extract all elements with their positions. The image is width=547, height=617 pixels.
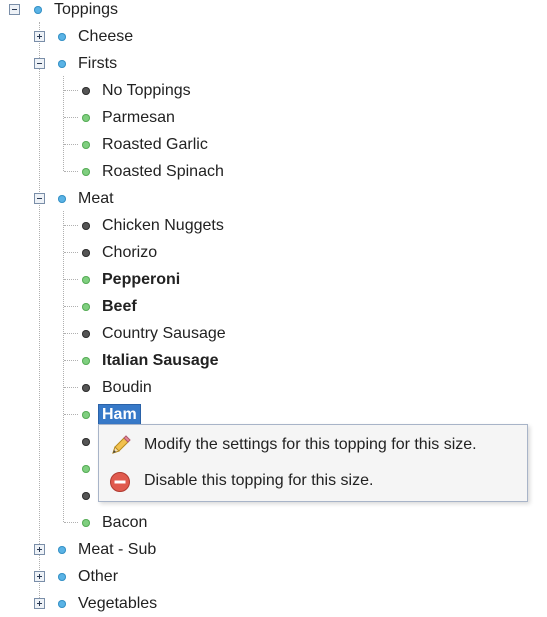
tree-leaf-chicken-nuggets[interactable]: Chicken Nuggets [0, 212, 547, 239]
enabled-dot-icon [82, 276, 90, 284]
category-dot-icon [58, 600, 66, 608]
tree-leaf-label[interactable]: Bacon [102, 513, 147, 532]
tree-leaf-label[interactable]: Chorizo [102, 243, 157, 262]
tree-leaf-italian-sausage[interactable]: Italian Sausage [0, 347, 547, 374]
tree-leaf-bacon[interactable]: Bacon [0, 509, 547, 536]
selected-tree-leaf-label[interactable]: Ham [98, 404, 141, 426]
tree-node-label[interactable]: Other [78, 567, 118, 586]
expand-toggle-icon[interactable] [34, 31, 45, 42]
tree-leaf-no-toppings[interactable]: No Toppings [0, 77, 547, 104]
disabled-dot-icon [82, 492, 90, 500]
tree-leaf-parmesan[interactable]: Parmesan [0, 104, 547, 131]
category-dot-icon [58, 573, 66, 581]
category-dot-icon [58, 195, 66, 203]
tree-node-label[interactable]: Meat - Sub [78, 540, 156, 559]
expand-toggle-icon[interactable] [34, 598, 45, 609]
enabled-dot-icon [82, 411, 90, 419]
tree-leaf-label[interactable]: Chicken Nuggets [102, 216, 224, 235]
tree-node-meat[interactable]: Meat [0, 185, 547, 212]
tree-node-label[interactable]: Toppings [54, 0, 118, 19]
enabled-dot-icon [82, 114, 90, 122]
collapse-toggle-icon[interactable] [9, 4, 20, 15]
expand-toggle-icon[interactable] [34, 571, 45, 582]
category-dot-icon [58, 546, 66, 554]
expand-toggle-icon[interactable] [34, 544, 45, 555]
collapse-toggle-icon[interactable] [34, 58, 45, 69]
enabled-dot-icon [82, 519, 90, 527]
menu-item-label: Disable this topping for this size. [144, 472, 374, 489]
enabled-dot-icon [82, 168, 90, 176]
tree-leaf-label[interactable]: Country Sausage [102, 324, 226, 343]
menu-item-modify-settings[interactable]: Modify the settings for this topping for… [99, 427, 527, 463]
tree-node-toppings[interactable]: Toppings [0, 0, 547, 23]
enabled-dot-icon [82, 357, 90, 365]
tree-leaf-label[interactable]: Roasted Spinach [102, 162, 224, 181]
tree-leaf-label[interactable]: Parmesan [102, 108, 175, 127]
pencil-icon [112, 435, 131, 454]
tree-leaf-label[interactable]: Italian Sausage [102, 351, 219, 370]
enabled-dot-icon [82, 465, 90, 473]
tree-node-other[interactable]: Other [0, 563, 547, 590]
tree-node-cheese[interactable]: Cheese [0, 23, 547, 50]
tree-node-firsts[interactable]: Firsts [0, 50, 547, 77]
collapse-toggle-icon[interactable] [34, 193, 45, 204]
disabled-dot-icon [82, 384, 90, 392]
tree-leaf-label[interactable]: Beef [102, 297, 137, 316]
tree-leaf-chorizo[interactable]: Chorizo [0, 239, 547, 266]
tree-node-label[interactable]: Firsts [78, 54, 117, 73]
tree-leaf-roasted-spinach[interactable]: Roasted Spinach [0, 158, 547, 185]
tree-node-label[interactable]: Cheese [78, 27, 133, 46]
category-dot-icon [34, 6, 42, 14]
disabled-dot-icon [82, 249, 90, 257]
disabled-dot-icon [82, 222, 90, 230]
tree-leaf-roasted-garlic[interactable]: Roasted Garlic [0, 131, 547, 158]
tree-leaf-label[interactable]: Boudin [102, 378, 152, 397]
tree-node-label[interactable]: Vegetables [78, 594, 157, 613]
enabled-dot-icon [82, 141, 90, 149]
disabled-dot-icon [82, 87, 90, 95]
toppings-tree: Toppings Cheese Firsts No Toppings Parme… [0, 0, 547, 616]
tree-leaf-label[interactable]: No Toppings [102, 81, 191, 100]
tree-leaf-label[interactable]: Pepperoni [102, 270, 180, 289]
tree-node-vegetables[interactable]: Vegetables [0, 590, 547, 617]
tree-leaf-pepperoni[interactable]: Pepperoni [0, 266, 547, 293]
context-menu: Modify the settings for this topping for… [98, 424, 528, 502]
menu-item-disable-topping[interactable]: Disable this topping for this size. [99, 463, 527, 499]
category-dot-icon [58, 60, 66, 68]
tree-node-label[interactable]: Meat [78, 189, 114, 208]
tree-leaf-beef[interactable]: Beef [0, 293, 547, 320]
tree-leaf-boudin[interactable]: Boudin [0, 374, 547, 401]
enabled-dot-icon [82, 303, 90, 311]
category-dot-icon [58, 33, 66, 41]
tree-leaf-label[interactable]: Roasted Garlic [102, 135, 208, 154]
menu-item-label: Modify the settings for this topping for… [144, 436, 477, 453]
tree-node-meat-sub[interactable]: Meat - Sub [0, 536, 547, 563]
tree-leaf-country-sausage[interactable]: Country Sausage [0, 320, 547, 347]
disabled-dot-icon [82, 438, 90, 446]
disable-icon [110, 472, 130, 492]
disabled-dot-icon [82, 330, 90, 338]
